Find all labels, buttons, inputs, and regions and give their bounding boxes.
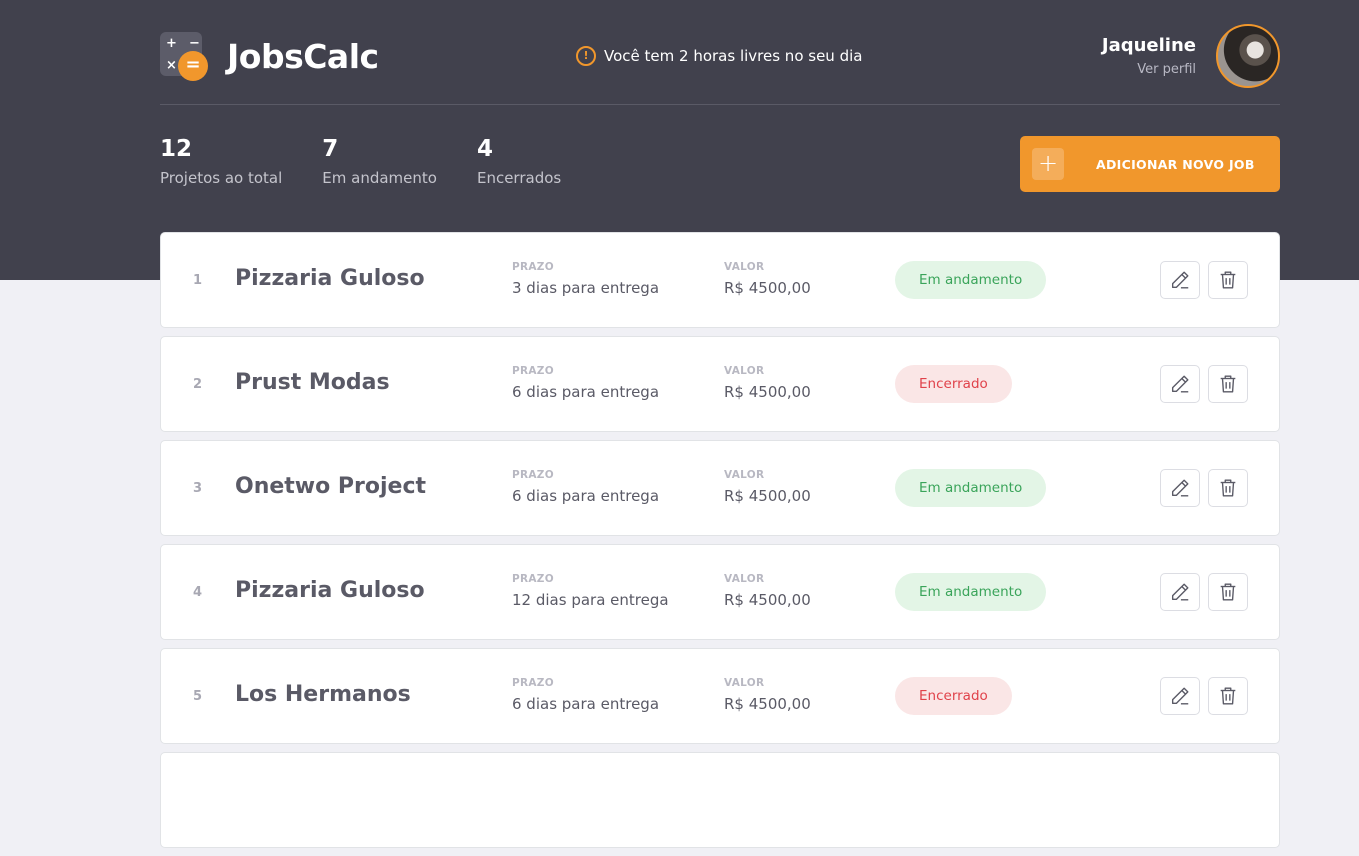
- deadline-label: PRAZO: [512, 469, 554, 481]
- status-badge: Em andamento: [895, 261, 1047, 299]
- trash-icon: [1220, 375, 1236, 393]
- job-deadline: PRAZO 3 dias para entrega: [512, 261, 659, 297]
- job-value: VALOR R$ 4500,00: [724, 677, 811, 713]
- calculator-logo-icon: + − × =: [160, 32, 208, 81]
- job-id: 2: [193, 377, 203, 392]
- delete-button[interactable]: [1208, 469, 1248, 507]
- job-list: 1 Pizzaria Guloso PRAZO 3 dias para entr…: [160, 232, 1280, 856]
- value-amount: R$ 4500,00: [724, 591, 811, 609]
- job-card-partial: [160, 752, 1280, 848]
- deadline-value: 6 dias para entrega: [512, 487, 660, 505]
- profile-name: Jaqueline: [1101, 35, 1196, 56]
- job-name: Prust Modas: [235, 370, 390, 395]
- job-card: 2 Prust Modas PRAZO 6 dias para entrega …: [160, 336, 1280, 432]
- add-job-label: ADICIONAR NOVO JOB: [1096, 156, 1255, 172]
- deadline-value: 6 dias para entrega: [512, 383, 660, 401]
- deadline-label: PRAZO: [512, 677, 554, 689]
- value-amount: R$ 4500,00: [724, 279, 811, 297]
- job-name: Pizzaria Guloso: [235, 578, 425, 603]
- profile[interactable]: Jaqueline Ver perfil: [1102, 24, 1280, 88]
- deadline-label: PRAZO: [512, 573, 554, 585]
- status-badge: Encerrado: [895, 677, 1012, 715]
- pencil-icon: [1171, 479, 1189, 497]
- job-value: VALOR R$ 4500,00: [724, 573, 811, 609]
- job-deadline: PRAZO 6 dias para entrega: [512, 365, 659, 401]
- value-amount: R$ 4500,00: [724, 695, 811, 713]
- job-card: 5 Los Hermanos PRAZO 6 dias para entrega…: [160, 648, 1280, 744]
- notice-text: Você tem 2 horas livres no seu dia: [604, 47, 863, 65]
- stat-closed: 4 Encerrados: [477, 136, 561, 187]
- pencil-icon: [1171, 583, 1189, 601]
- page-header: + − × = JobsCalc ! Você tem 2 horas livr…: [160, 0, 1280, 105]
- delete-button[interactable]: [1208, 573, 1248, 611]
- edit-button[interactable]: [1160, 469, 1200, 507]
- trash-icon: [1220, 479, 1236, 497]
- job-value: VALOR R$ 4500,00: [724, 365, 811, 401]
- job-id: 1: [193, 273, 203, 288]
- stat-in-progress: 7 Em andamento: [322, 136, 437, 187]
- value-label: VALOR: [724, 261, 765, 273]
- edit-button[interactable]: [1160, 365, 1200, 403]
- job-card: 3 Onetwo Project PRAZO 6 dias para entre…: [160, 440, 1280, 536]
- logo[interactable]: + − × = JobsCalc: [160, 32, 379, 81]
- job-id: 4: [193, 585, 203, 600]
- value-label: VALOR: [724, 573, 765, 585]
- value-label: VALOR: [724, 677, 765, 689]
- job-deadline: PRAZO 12 dias para entrega: [512, 573, 669, 609]
- value-label: VALOR: [724, 365, 765, 377]
- deadline-label: PRAZO: [512, 261, 554, 273]
- trash-icon: [1220, 271, 1236, 289]
- delete-button[interactable]: [1208, 261, 1248, 299]
- avatar[interactable]: [1216, 24, 1280, 88]
- add-job-button[interactable]: + ADICIONAR NOVO JOB: [1020, 136, 1280, 192]
- deadline-label: PRAZO: [512, 365, 554, 377]
- value-amount: R$ 4500,00: [724, 383, 811, 401]
- deadline-value: 12 dias para entrega: [512, 591, 669, 609]
- status-badge: Em andamento: [895, 469, 1047, 507]
- delete-button[interactable]: [1208, 365, 1248, 403]
- edit-button[interactable]: [1160, 677, 1200, 715]
- job-value: VALOR R$ 4500,00: [724, 261, 811, 297]
- stat-label: Encerrados: [476, 169, 562, 187]
- job-name: Onetwo Project: [235, 474, 427, 499]
- stat-value: 12: [160, 136, 193, 162]
- edit-button[interactable]: [1160, 261, 1200, 299]
- job-id: 3: [193, 481, 203, 496]
- trash-icon: [1220, 583, 1236, 601]
- pencil-icon: [1171, 271, 1189, 289]
- job-deadline: PRAZO 6 dias para entrega: [512, 677, 659, 713]
- pencil-icon: [1171, 687, 1189, 705]
- value-label: VALOR: [724, 469, 765, 481]
- plus-icon: +: [1032, 148, 1064, 180]
- edit-button[interactable]: [1160, 573, 1200, 611]
- stat-label: Em andamento: [322, 169, 437, 187]
- stat-value: 7: [322, 136, 339, 162]
- job-id: 5: [193, 689, 203, 704]
- free-hours-notice: ! Você tem 2 horas livres no seu dia: [576, 46, 862, 66]
- status-badge: Em andamento: [895, 573, 1047, 611]
- pencil-icon: [1171, 375, 1189, 393]
- stat-total-projects: 12 Projetos ao total: [160, 136, 282, 187]
- job-value: VALOR R$ 4500,00: [724, 469, 811, 505]
- summary-stats: 12 Projetos ao total 7 Em andamento 4 En…: [160, 136, 601, 187]
- job-name: Los Hermanos: [235, 682, 411, 707]
- stat-value: 4: [476, 136, 493, 162]
- job-card: 4 Pizzaria Guloso PRAZO 12 dias para ent…: [160, 544, 1280, 640]
- job-deadline: PRAZO 6 dias para entrega: [512, 469, 659, 505]
- value-amount: R$ 4500,00: [724, 487, 811, 505]
- job-card: 1 Pizzaria Guloso PRAZO 3 dias para entr…: [160, 232, 1280, 328]
- deadline-value: 3 dias para entrega: [512, 279, 660, 297]
- trash-icon: [1220, 687, 1236, 705]
- alert-icon: !: [576, 46, 596, 66]
- deadline-value: 6 dias para entrega: [512, 695, 660, 713]
- view-profile-link[interactable]: Ver perfil: [1102, 62, 1196, 77]
- stat-label: Projetos ao total: [160, 169, 283, 187]
- delete-button[interactable]: [1208, 677, 1248, 715]
- job-name: Pizzaria Guloso: [235, 266, 425, 291]
- app-title: JobsCalc: [227, 36, 379, 76]
- status-badge: Encerrado: [895, 365, 1012, 403]
